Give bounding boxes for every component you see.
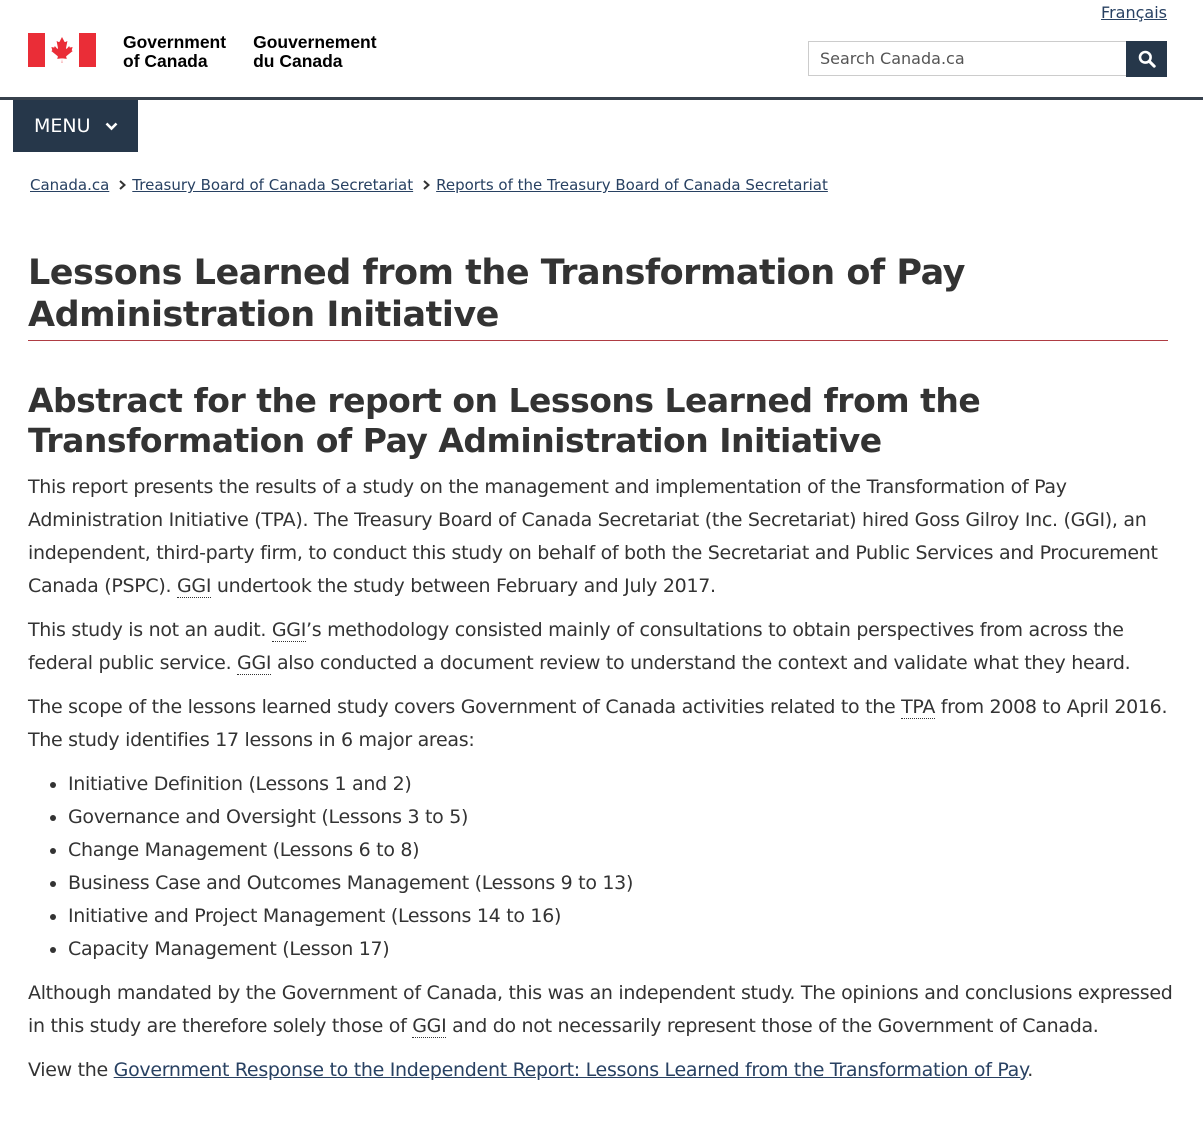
signature-french: Gouvernement du Canada	[253, 33, 377, 71]
signature-english: Government of Canada	[123, 33, 226, 71]
language-toggle-link[interactable]: Français	[1101, 3, 1167, 22]
list-item: Governance and Oversight (Lessons 3 to 5…	[68, 801, 1173, 834]
chevron-right-icon	[119, 180, 127, 190]
search-icon	[1138, 50, 1156, 68]
main-content: This report presents the results of a st…	[28, 471, 1173, 1098]
canada-flag-icon	[28, 33, 96, 67]
government-response-link[interactable]: Government Response to the Independent R…	[114, 1059, 1028, 1081]
search-button[interactable]	[1126, 41, 1167, 77]
breadcrumb: Canada.ca Treasury Board of Canada Secre…	[30, 176, 828, 194]
breadcrumb-link-canada[interactable]: Canada.ca	[30, 176, 109, 194]
title-underline	[28, 340, 1168, 341]
breadcrumb-link-tbs[interactable]: Treasury Board of Canada Secretariat	[132, 176, 413, 194]
list-item: Initiative Definition (Lessons 1 and 2)	[68, 768, 1173, 801]
abbr-ggi: GGI	[177, 575, 212, 598]
paragraph-disclaimer: Although mandated by the Government of C…	[28, 982, 1173, 1038]
header-divider	[0, 97, 1203, 100]
chevron-right-icon	[423, 180, 431, 190]
government-signature[interactable]: Government of Canada Gouvernement du Can…	[28, 33, 377, 71]
paragraph-response: View the Government Response to the Inde…	[28, 1059, 1033, 1081]
abbr-tpa: TPA	[901, 696, 936, 719]
signature-fr-line1: Gouvernement	[253, 32, 377, 52]
signature-en-line1: Government	[123, 32, 227, 52]
paragraph-scope: The scope of the lessons learned study c…	[28, 696, 1168, 751]
list-item: Capacity Management (Lesson 17)	[68, 933, 1173, 966]
list-item: Business Case and Outcomes Management (L…	[68, 867, 1173, 900]
abbr-ggi: GGI	[271, 619, 307, 642]
paragraph-intro: This report presents the results of a st…	[28, 476, 1158, 598]
search-form	[808, 41, 1167, 77]
section-title: Abstract for the report on Lessons Learn…	[28, 381, 981, 460]
list-item: Change Management (Lessons 6 to 8)	[68, 834, 1173, 867]
lessons-list: Initiative Definition (Lessons 1 and 2) …	[28, 768, 1173, 966]
paragraph-methodology: This study is not an audit. GGI’s method…	[28, 619, 1131, 675]
abbr-ggi: GGI	[412, 1015, 447, 1038]
signature-en-line2: of Canada	[123, 51, 208, 71]
signature-fr-line2: du Canada	[253, 51, 343, 71]
chevron-down-icon	[105, 122, 118, 131]
menu-button[interactable]: MENU	[13, 100, 138, 152]
page-title: Lessons Learned from the Transformation …	[28, 253, 965, 335]
search-input[interactable]	[808, 41, 1126, 76]
page: Français Government of Canada Gouverneme…	[0, 0, 1203, 1147]
menu-label: MENU	[34, 115, 91, 137]
abbr-ggi: GGI	[237, 652, 272, 675]
list-item: Initiative and Project Management (Lesso…	[68, 900, 1173, 933]
breadcrumb-link-reports[interactable]: Reports of the Treasury Board of Canada …	[436, 176, 828, 194]
